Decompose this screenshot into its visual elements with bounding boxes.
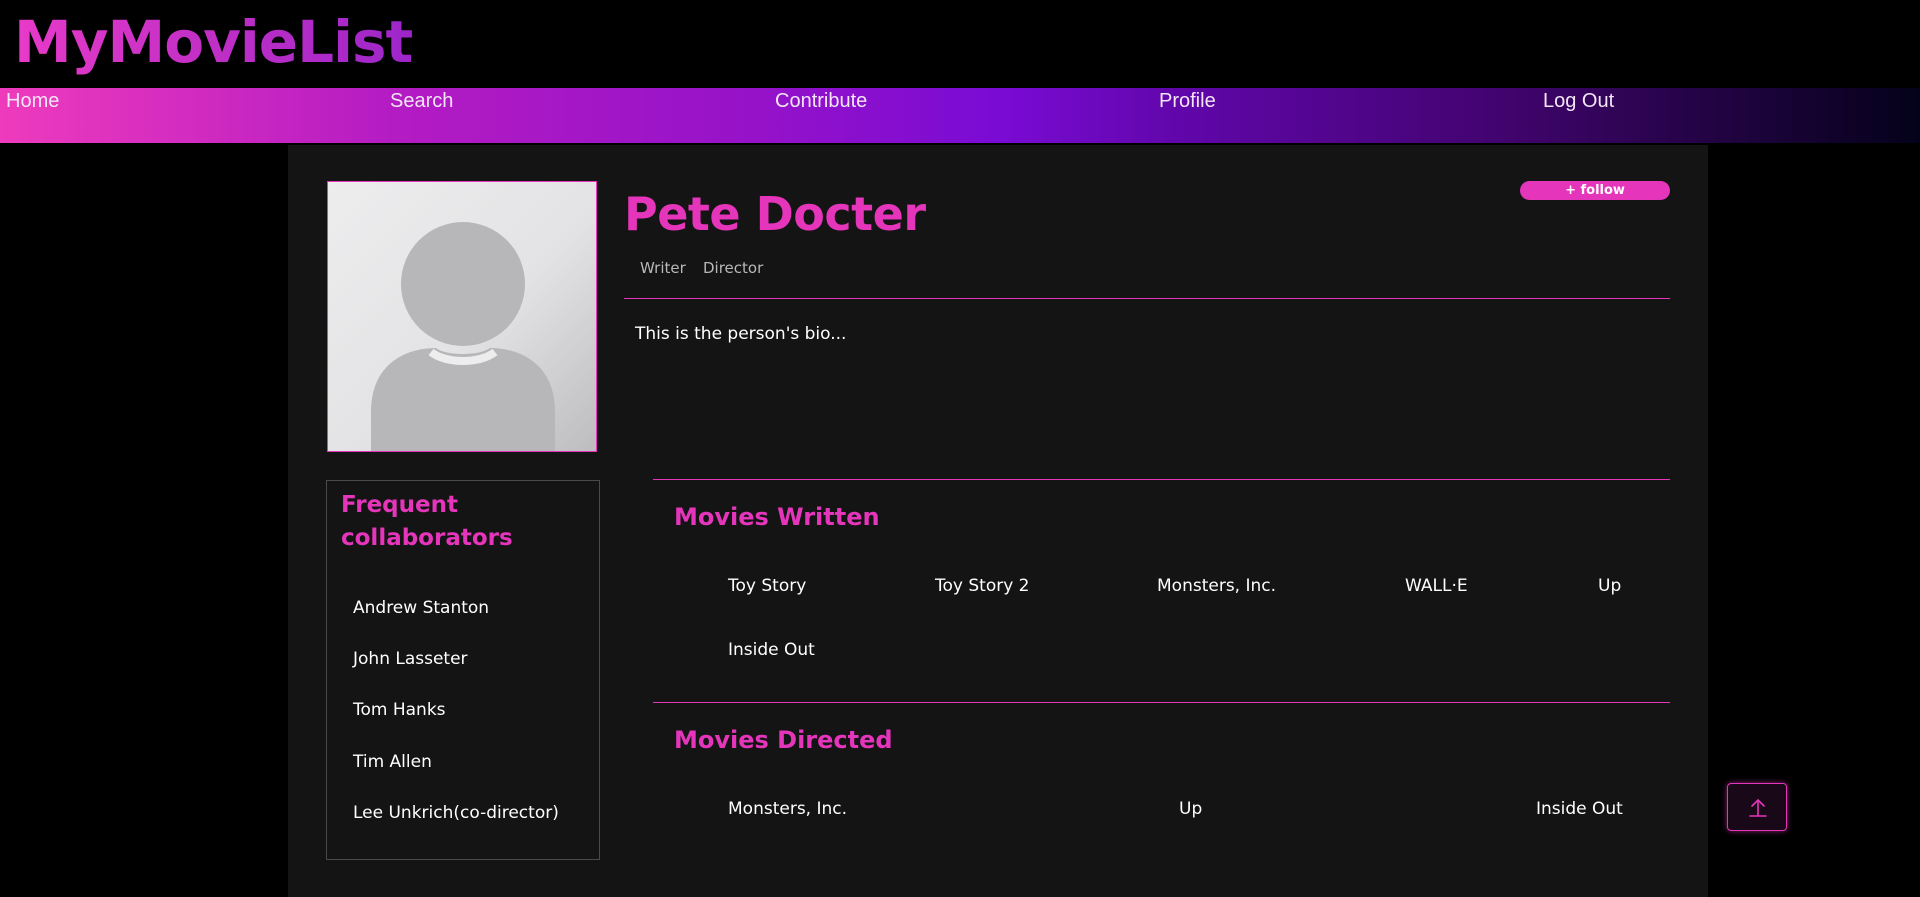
scroll-top-button[interactable] [1727,783,1787,831]
header-divider [624,298,1670,299]
collaborator-item[interactable]: Andrew Stanton [353,597,489,619]
movie-written-item[interactable]: Up [1598,575,1621,597]
movie-directed-item[interactable]: Up [1179,798,1202,820]
collaborators-title: Frequent collaborators [341,492,513,551]
person-bio: This is the person's bio... [635,324,847,344]
movie-written-item[interactable]: Monsters, Inc. [1157,575,1276,597]
profile-photo [327,181,597,452]
movie-directed-item[interactable]: Monsters, Inc. [728,798,847,820]
nav-item-contribute[interactable]: Contribute [775,88,867,114]
movies-directed-title: Movies Directed [674,726,893,754]
nav-bar: Home Search Contribute Profile Log Out [0,88,1920,143]
movie-written-item[interactable]: Inside Out [728,639,815,661]
movie-written-item[interactable]: WALL·E [1405,575,1468,597]
movie-written-item[interactable]: Toy Story [728,575,806,597]
arrow-up-icon [1749,798,1767,817]
person-silhouette-icon [371,222,555,451]
written-divider [653,479,1670,480]
directed-divider [653,702,1670,703]
nav-item-profile[interactable]: Profile [1159,88,1216,114]
nav-item-home[interactable]: Home [6,88,59,114]
collaborator-item[interactable]: Tom Hanks [353,699,446,721]
movie-directed-item[interactable]: Inside Out [1536,798,1623,820]
movie-written-item[interactable]: Toy Story 2 [935,575,1030,597]
movies-written-title: Movies Written [674,503,880,531]
follow-button[interactable]: + follow [1520,181,1670,200]
collaborator-item[interactable]: John Lasseter [353,648,468,670]
collaborator-item[interactable]: Tim Allen [353,751,432,773]
role-tag-writer[interactable]: Writer [640,258,686,278]
person-name: Pete Docter [624,187,926,241]
nav-item-search[interactable]: Search [390,88,453,114]
site-logo[interactable]: MyMovieList [14,6,413,78]
collaborator-item[interactable]: Lee Unkrich(co-director) [353,802,559,824]
role-tag-director[interactable]: Director [703,258,763,278]
nav-item-log-out[interactable]: Log Out [1543,88,1614,114]
